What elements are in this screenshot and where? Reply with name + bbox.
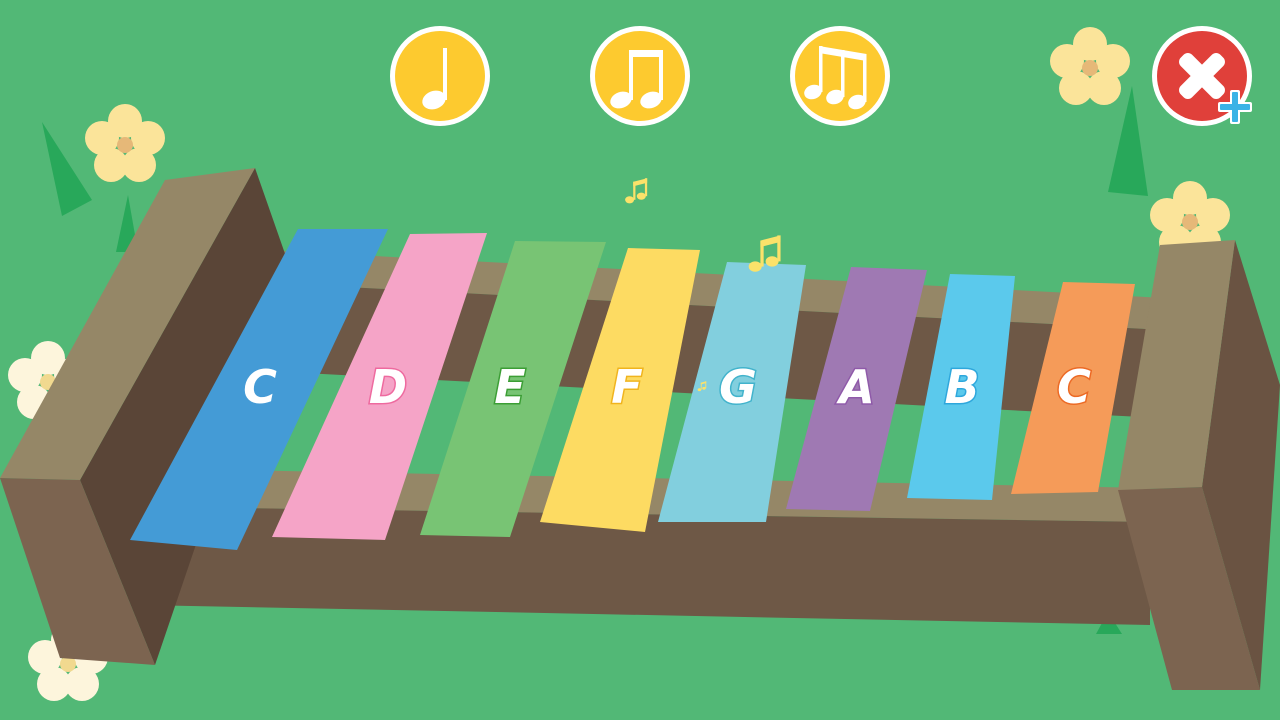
grass-tuft-icon bbox=[42, 122, 92, 216]
grass-tuft-icon bbox=[1108, 86, 1148, 196]
key-label: C bbox=[1057, 360, 1091, 414]
close-x-icon bbox=[1152, 26, 1252, 126]
single-note-button[interactable] bbox=[388, 24, 492, 128]
key-label: G bbox=[719, 360, 757, 414]
flower-icon bbox=[1050, 27, 1130, 105]
music-note-icon bbox=[625, 178, 648, 204]
key-label: C bbox=[243, 360, 277, 414]
key-label: F bbox=[611, 360, 642, 414]
key-label: A bbox=[836, 360, 875, 414]
eighth-notes-icon bbox=[590, 26, 690, 126]
flower-icon bbox=[85, 104, 165, 182]
quarter-note-icon bbox=[390, 26, 490, 126]
close-button[interactable] bbox=[1150, 24, 1258, 132]
key-label: B bbox=[944, 360, 979, 414]
triplet-notes-icon bbox=[790, 26, 890, 126]
double-note-button[interactable] bbox=[588, 24, 692, 128]
triple-note-button[interactable] bbox=[788, 24, 892, 128]
key-label: E bbox=[494, 360, 525, 414]
key-label: D bbox=[369, 360, 407, 414]
